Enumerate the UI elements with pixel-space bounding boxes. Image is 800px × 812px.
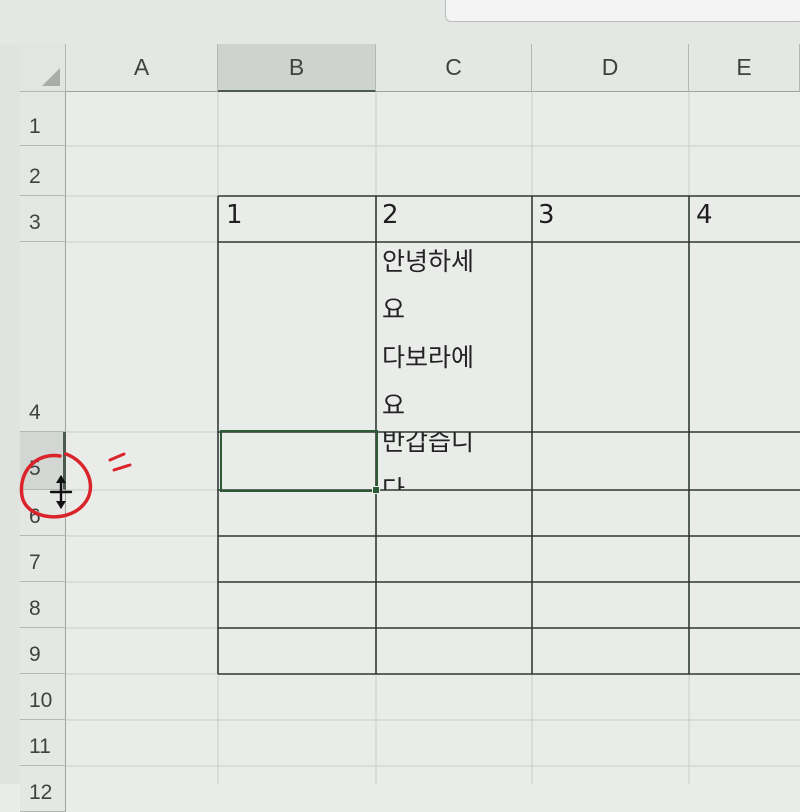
row-label: 3 — [29, 211, 41, 234]
column-header-e[interactable]: E — [689, 44, 800, 92]
row-label: 7 — [29, 551, 41, 574]
column-label: B — [288, 53, 305, 80]
row-header-1[interactable]: 1 — [20, 92, 66, 146]
row-label: 4 — [29, 401, 41, 424]
row-header-2[interactable]: 2 — [20, 146, 66, 196]
row-label: 2 — [29, 165, 41, 188]
cell-c3[interactable]: 2 — [382, 200, 399, 230]
row-label: 12 — [29, 781, 53, 804]
column-label: A — [133, 54, 150, 80]
column-label: C — [445, 54, 462, 80]
active-cell-b5[interactable] — [220, 430, 378, 492]
select-all-button[interactable] — [20, 44, 66, 92]
cell-c4[interactable]: 안녕하세 요 다보라에 요 — [382, 238, 532, 430]
row-header-7[interactable]: 7 — [20, 536, 66, 582]
row-label: 9 — [29, 643, 41, 666]
row-resize-cursor-icon — [49, 475, 73, 509]
row-header-8[interactable]: 8 — [20, 582, 66, 628]
row-header-12[interactable]: 12 — [20, 766, 66, 812]
column-header-b[interactable]: B — [218, 44, 376, 92]
cell-b3[interactable]: 1 — [226, 200, 243, 230]
column-header-c[interactable]: C — [376, 44, 532, 92]
row-label: 1 — [29, 115, 41, 138]
cell-e3[interactable]: 4 — [696, 200, 713, 230]
row-label: 8 — [29, 597, 41, 620]
column-header-a[interactable]: A — [66, 44, 218, 92]
cell-d3[interactable]: 3 — [538, 200, 555, 230]
row-label: 10 — [29, 689, 53, 712]
row-header-11[interactable]: 11 — [20, 720, 66, 766]
fill-handle[interactable] — [372, 486, 380, 494]
formula-input[interactable] — [445, 0, 800, 22]
row-label: 11 — [29, 735, 51, 758]
column-label: D — [601, 54, 619, 80]
row-header-9[interactable]: 9 — [20, 628, 66, 674]
window-edge — [0, 0, 20, 784]
column-label: E — [736, 54, 752, 80]
row-header-10[interactable]: 10 — [20, 674, 66, 720]
row-header-3[interactable]: 3 — [20, 196, 66, 242]
row-header-4[interactable]: 4 — [20, 242, 66, 432]
column-header-d[interactable]: D — [532, 44, 689, 92]
